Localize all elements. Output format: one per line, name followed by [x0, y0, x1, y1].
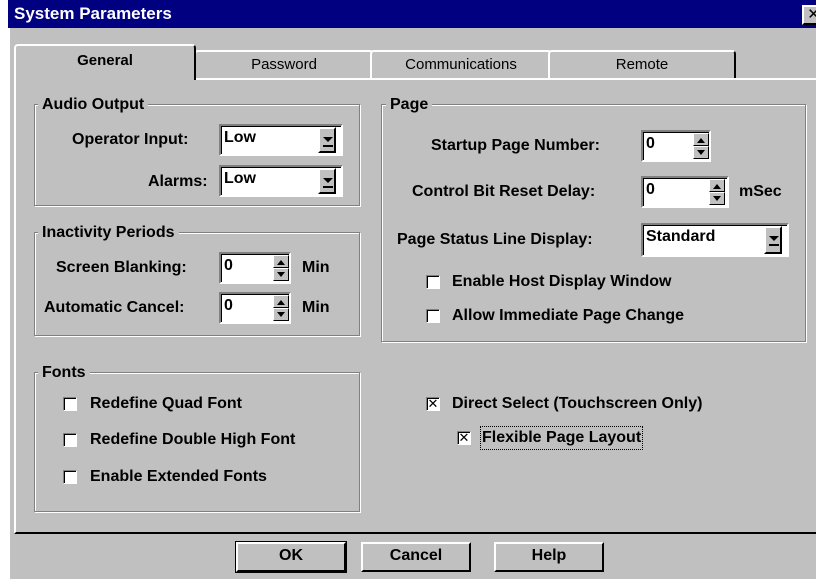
- check-mark-icon: ✕: [427, 396, 439, 411]
- spin-up-button[interactable]: [273, 295, 289, 308]
- enable-extended-fonts-checkbox[interactable]: [63, 470, 77, 484]
- flexible-page-layout-checkbox[interactable]: ✕: [457, 431, 471, 445]
- tab-label: Remote: [615, 56, 669, 73]
- window-title: System Parameters: [14, 4, 172, 23]
- spin-up-button[interactable]: [273, 255, 289, 268]
- arrow-down-icon: [277, 312, 285, 317]
- redefine-double-high-font-checkbox[interactable]: [63, 433, 77, 447]
- check-mark-icon: ✕: [458, 430, 470, 445]
- spin-down-button[interactable]: [693, 146, 709, 159]
- arrow-down-icon: [713, 196, 721, 201]
- control-bit-reset-delay-label: Control Bit Reset Delay:: [412, 183, 596, 200]
- help-button[interactable]: Help: [494, 542, 604, 572]
- close-button[interactable]: ✕: [802, 5, 816, 25]
- background-strip: [0, 0, 8, 579]
- enable-host-display-window-label: Enable Host Display Window: [452, 273, 672, 290]
- automatic-cancel-label: Automatic Cancel:: [44, 299, 185, 316]
- arrow-up-icon: [713, 184, 721, 189]
- screen-blanking-unit: Min: [302, 259, 330, 276]
- arrow-up-icon: [277, 300, 285, 305]
- close-icon: ✕: [807, 6, 816, 23]
- audio-output-legend: Audio Output: [38, 96, 149, 114]
- tab-password[interactable]: Password: [194, 50, 374, 80]
- tab-label: General: [77, 52, 133, 69]
- automatic-cancel-spinner[interactable]: [273, 295, 289, 321]
- allow-immediate-page-change-checkbox[interactable]: [426, 309, 440, 323]
- page-legend: Page: [386, 96, 433, 114]
- tab-communications[interactable]: Communications: [370, 50, 552, 80]
- spin-up-button[interactable]: [709, 179, 725, 192]
- spin-down-button[interactable]: [273, 308, 289, 321]
- spin-up-button[interactable]: [693, 133, 709, 146]
- inactivity-periods-legend: Inactivity Periods: [38, 224, 179, 242]
- flexible-page-layout-label: Flexible Page Layout: [479, 426, 644, 450]
- redefine-quad-font-label: Redefine Quad Font: [90, 395, 242, 412]
- chevron-down-icon: [323, 178, 333, 183]
- inactivity-periods-group: [34, 232, 360, 336]
- ok-button-label: OK: [279, 547, 303, 564]
- tab-label: Communications: [405, 56, 517, 73]
- automatic-cancel-value: 0: [224, 297, 233, 314]
- chevron-down-icon: [323, 137, 333, 142]
- direct-select-label: Direct Select (Touchscreen Only): [452, 395, 703, 412]
- direct-select-checkbox[interactable]: ✕: [426, 397, 440, 411]
- enable-extended-fonts-label: Enable Extended Fonts: [90, 468, 267, 485]
- control-bit-reset-delay-value: 0: [646, 181, 655, 198]
- dropdown-underline: [323, 145, 333, 147]
- tab-label: Password: [251, 56, 317, 73]
- arrow-up-icon: [277, 260, 285, 265]
- page-status-line-dropdown-button[interactable]: [764, 226, 782, 254]
- help-button-label: Help: [531, 547, 567, 564]
- tab-general[interactable]: General: [14, 44, 196, 80]
- screen-blanking-spinner[interactable]: [273, 255, 289, 281]
- dropdown-underline: [769, 244, 779, 246]
- redefine-double-high-font-label: Redefine Double High Font: [90, 431, 296, 448]
- arrow-down-icon: [277, 272, 285, 277]
- screen-blanking-value: 0: [224, 257, 233, 274]
- page-status-line-display-label: Page Status Line Display:: [397, 231, 593, 248]
- control-bit-reset-delay-unit: mSec: [739, 183, 782, 200]
- allow-immediate-page-change-label: Allow Immediate Page Change: [452, 307, 685, 324]
- startup-page-number-spinner[interactable]: [693, 133, 709, 159]
- spin-down-button[interactable]: [273, 268, 289, 281]
- fonts-legend: Fonts: [38, 364, 90, 382]
- alarms-label: Alarms:: [148, 173, 208, 190]
- startup-page-number-value: 0: [646, 135, 655, 152]
- control-bit-reset-delay-spinner[interactable]: [709, 179, 725, 205]
- redefine-quad-font-checkbox[interactable]: [63, 397, 77, 411]
- startup-page-number-label: Startup Page Number:: [431, 137, 600, 154]
- automatic-cancel-unit: Min: [302, 299, 330, 316]
- title-bar[interactable]: System Parameters ✕: [8, 0, 816, 28]
- alarms-value: Low: [224, 170, 256, 187]
- tab-remote[interactable]: Remote: [548, 50, 736, 80]
- spin-down-button[interactable]: [709, 192, 725, 205]
- screen-blanking-label: Screen Blanking:: [56, 259, 187, 276]
- operator-input-dropdown-button[interactable]: [318, 127, 336, 153]
- operator-input-value: Low: [224, 129, 256, 146]
- arrow-down-icon: [697, 150, 705, 155]
- dropdown-underline: [323, 186, 333, 188]
- cancel-button-label: Cancel: [389, 547, 443, 564]
- ok-button[interactable]: OK: [235, 541, 347, 573]
- operator-input-label: Operator Input:: [72, 131, 189, 148]
- alarms-dropdown-button[interactable]: [318, 168, 336, 194]
- page-status-line-display-value: Standard: [646, 228, 716, 245]
- arrow-up-icon: [697, 138, 705, 143]
- chevron-down-icon: [769, 236, 779, 241]
- cancel-button[interactable]: Cancel: [361, 542, 471, 572]
- enable-host-display-window-checkbox[interactable]: [426, 275, 440, 289]
